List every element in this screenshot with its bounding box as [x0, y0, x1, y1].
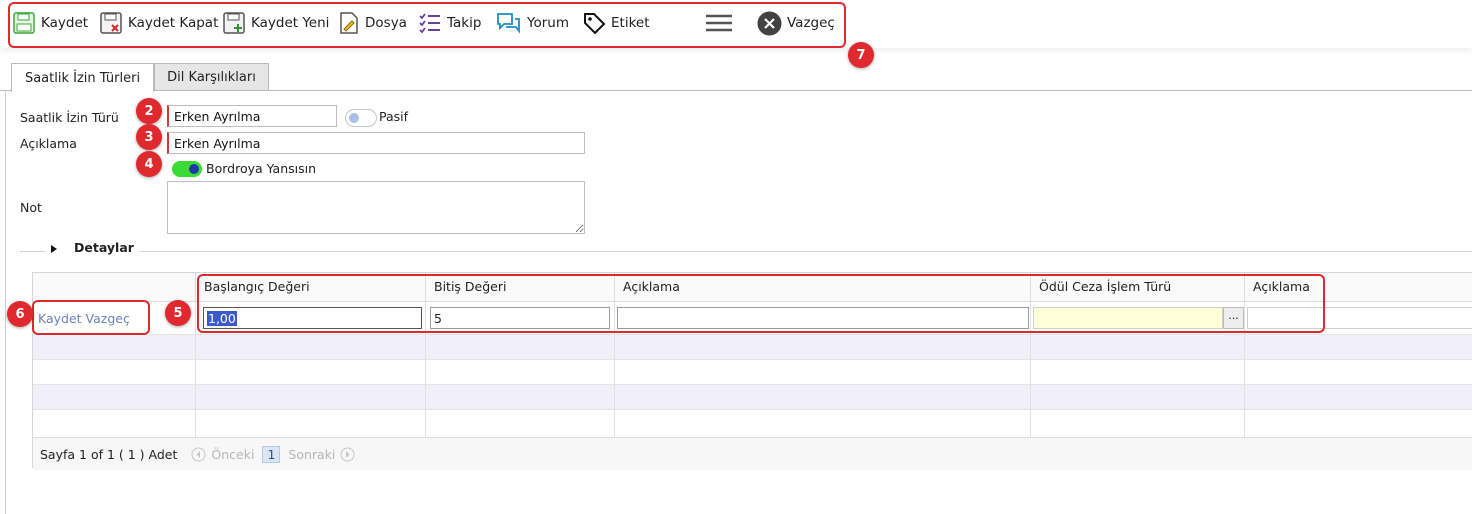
prev-page-link[interactable]: Önceki	[211, 447, 254, 462]
expand-caret-icon[interactable]	[50, 244, 58, 254]
tab-divider	[0, 90, 1472, 91]
type-input[interactable]: Erken Ayrılma	[167, 105, 337, 127]
tab-language-equivalents[interactable]: Dil Karşılıkları	[154, 63, 269, 91]
description-input[interactable]: Erken Ayrılma	[167, 132, 585, 154]
annotation-badge-2: 2	[136, 98, 162, 124]
tab-hourly-leave-types[interactable]: Saatlik İzin Türleri	[11, 63, 154, 92]
grid-header-actions	[33, 273, 196, 302]
annotation-badge-5: 5	[165, 300, 191, 326]
toolbar-highlight-frame	[8, 2, 846, 48]
payroll-toggle[interactable]	[172, 161, 202, 177]
annotation-badge-4: 4	[136, 151, 162, 177]
pager-info: Sayfa 1 of 1 ( 1 ) Adet	[40, 446, 178, 462]
description-label: Açıklama	[20, 136, 77, 151]
next-page-link[interactable]: Sonraki	[288, 447, 335, 462]
row-divider	[33, 334, 1472, 335]
type-label: Saatlik İzin Türü	[20, 110, 119, 125]
passive-toggle[interactable]	[345, 109, 377, 127]
annotation-badge-3: 3	[136, 124, 162, 150]
grid-highlight-frame	[197, 274, 1325, 333]
note-textarea[interactable]	[167, 181, 585, 234]
panel-left-border	[5, 90, 6, 514]
note-label: Not	[20, 200, 42, 215]
prev-arrow-icon[interactable]	[191, 447, 206, 462]
passive-label: Pasif	[379, 109, 409, 124]
annotation-badge-7: 7	[848, 42, 874, 68]
row-actions-highlight-frame	[32, 300, 150, 335]
details-title: Detaylar	[74, 240, 134, 255]
pager: Sayfa 1 of 1 ( 1 ) Adet Önceki 1 Sonraki	[33, 437, 1472, 470]
row-divider	[33, 409, 1472, 410]
row-divider	[33, 384, 1472, 385]
row-divider	[33, 359, 1472, 360]
details-divider	[140, 251, 1472, 252]
current-page[interactable]: 1	[262, 445, 281, 463]
annotation-badge-6: 6	[7, 301, 33, 327]
payroll-label: Bordroya Yansısın	[206, 161, 317, 176]
details-divider-left	[20, 251, 45, 252]
next-arrow-icon[interactable]	[340, 447, 355, 462]
